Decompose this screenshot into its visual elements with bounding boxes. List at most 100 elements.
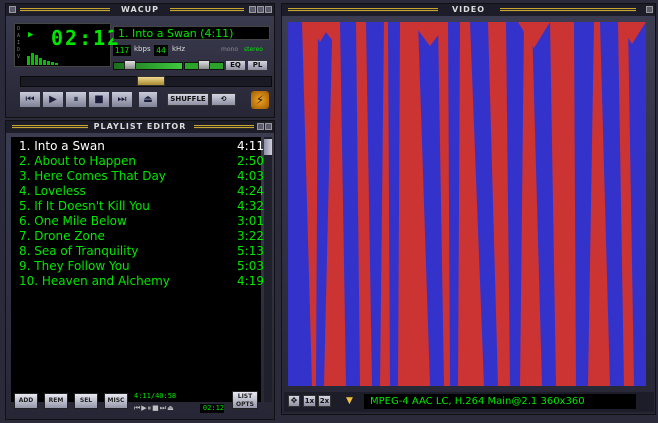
minimize-icon[interactable]	[249, 6, 256, 13]
video-title: VIDEO	[445, 5, 492, 14]
playlist-item[interactable]: 6. One Mile Below 3:01	[19, 214, 264, 229]
track-duration: 4:11	[237, 139, 264, 153]
time-text[interactable]: 02:12	[51, 26, 121, 50]
sel-label: SEL	[79, 397, 93, 404]
playlist-item[interactable]: 3. Here Comes That Day 4:03	[19, 169, 264, 184]
video-window: VIDEO ✥ 1x 2x ▼ MPEG-4 AAC LC, H.264 Mai…	[281, 3, 656, 415]
track-title: 5. If It Doesn't Kill You	[19, 199, 150, 213]
zoom-1x-button[interactable]: 1x	[303, 395, 316, 407]
zoom-2x-label: 2x	[319, 397, 330, 405]
shuffle-label: SHUFFLE	[170, 95, 206, 103]
video-controls-bar: ✥ 1x 2x ▼ MPEG-4 AAC LC, H.264 Main@2.1 …	[284, 392, 654, 412]
playlist-item[interactable]: 1. Into a Swan 4:11	[19, 139, 264, 154]
mini-transport[interactable]: ⏮▶⏸■⏭⏏	[134, 404, 194, 413]
titlebar-stripes	[12, 125, 90, 129]
playlist-item[interactable]: 5. If It Doesn't Kill You 4:32	[19, 199, 264, 214]
next-button[interactable]: ⏭	[111, 91, 133, 108]
close-icon[interactable]	[646, 6, 653, 13]
playlist-title: PLAYLIST EDITOR	[87, 122, 193, 131]
track-duration: 4:19	[237, 274, 264, 288]
zoom-2x-button[interactable]: 2x	[318, 395, 331, 407]
repeat-icon: ⟲	[220, 95, 227, 103]
main-titlebar[interactable]: WACUP	[6, 4, 274, 16]
playlist-toggle-button[interactable]: PL	[247, 60, 268, 71]
track-duration: 4:32	[237, 199, 264, 213]
pause-button[interactable]: ⏸	[65, 91, 87, 108]
video-frame[interactable]	[288, 22, 646, 386]
khz-label: kHz	[172, 45, 185, 53]
repeat-button[interactable]: ⟲	[211, 93, 236, 106]
stop-button[interactable]: ■	[88, 91, 110, 108]
close-icon[interactable]	[265, 123, 272, 130]
track-title: 7. Drone Zone	[19, 229, 105, 243]
dropdown-arrow-icon[interactable]: ▼	[346, 396, 353, 406]
track-title: 1. Into a Swan	[19, 139, 105, 153]
shuffle-button[interactable]: SHUFFLE	[167, 93, 209, 106]
fullscreen-button[interactable]: ✥	[288, 395, 300, 407]
playlist-item[interactable]: 7. Drone Zone 3:22	[19, 229, 264, 244]
track-title: 4. Loveless	[19, 184, 86, 198]
main-window-title: WACUP	[115, 5, 165, 14]
previous-button[interactable]: ⏮	[19, 91, 41, 108]
main-window: WACUP OAIDV ▶ 02:12 1. Into a Swan (4:11…	[5, 3, 275, 118]
total-time-display: 4:11/40:58	[132, 391, 226, 401]
eject-button[interactable]: ⏏	[138, 91, 158, 108]
seek-bar[interactable]	[20, 76, 272, 87]
playlist-item[interactable]: 2. About to Happen 2:50	[19, 154, 264, 169]
playlist-titlebar[interactable]: PLAYLIST EDITOR	[6, 121, 274, 133]
scrollbar-thumb[interactable]	[264, 139, 272, 155]
stereo-indicator: stereo	[244, 46, 263, 53]
volume-slider[interactable]	[113, 60, 183, 70]
misc-label: MISC	[107, 397, 125, 404]
select-button[interactable]: SEL	[74, 393, 98, 409]
track-title: 8. Sea of Tranquility	[19, 244, 139, 258]
video-image	[288, 22, 646, 386]
list-options-button[interactable]: LIST OPTS	[232, 391, 258, 409]
misc-button[interactable]: MISC	[104, 393, 128, 409]
wacup-logo-icon[interactable]: ⚡	[251, 91, 269, 109]
shade-icon[interactable]	[257, 123, 264, 130]
track-title: 3. Here Comes That Day	[19, 169, 166, 183]
list-opts-label: LIST OPTS	[236, 393, 254, 408]
play-button[interactable]: ▶	[42, 91, 64, 108]
playlist-item[interactable]: 4. Loveless 4:24	[19, 184, 264, 199]
seek-thumb[interactable]	[137, 76, 165, 86]
mini-time-text: 02:12	[202, 404, 224, 412]
video-titlebar[interactable]: VIDEO	[282, 4, 655, 16]
khz-display: 44	[154, 45, 168, 56]
song-title-display[interactable]: 1. Into a Swan (4:11)	[113, 26, 270, 40]
spectrum-visualizer[interactable]	[27, 50, 105, 65]
track-title: 2. About to Happen	[19, 154, 137, 168]
kbps-display: 117	[113, 45, 131, 56]
clutterbar[interactable]: OAIDV	[17, 26, 23, 62]
zoom-1x-label: 1x	[304, 397, 315, 405]
remove-button[interactable]: REM	[44, 393, 68, 409]
track-title: 6. One Mile Below	[19, 214, 127, 228]
menu-icon[interactable]	[9, 6, 16, 13]
fullscreen-icon: ✥	[290, 396, 298, 405]
titlebar-stripes	[194, 125, 254, 129]
mono-indicator: mono	[221, 46, 238, 53]
mini-time-display: 02:12	[200, 404, 224, 413]
playlist-item[interactable]: 9. They Follow You 5:03	[19, 259, 264, 274]
titlebar-stripes	[500, 8, 636, 12]
volume-thumb[interactable]	[124, 60, 136, 70]
track-title: 9. They Follow You	[19, 259, 130, 273]
titlebar-stripes	[20, 8, 110, 12]
balance-thumb[interactable]	[198, 60, 210, 70]
close-icon[interactable]	[265, 6, 272, 13]
eq-label: EQ	[230, 61, 241, 69]
video-info-display: MPEG-4 AAC LC, H.264 Main@2.1 360x360	[364, 394, 636, 409]
eq-toggle-button[interactable]: EQ	[225, 60, 246, 71]
playlist-scrollbar[interactable]	[264, 137, 272, 402]
track-duration: 5:13	[237, 244, 264, 258]
track-duration: 3:01	[237, 214, 264, 228]
playlist-item[interactable]: 8. Sea of Tranquility 5:13	[19, 244, 264, 259]
track-title: 10. Heaven and Alchemy	[19, 274, 170, 288]
shade-icon[interactable]	[257, 6, 264, 13]
balance-slider[interactable]	[184, 60, 224, 70]
time-display[interactable]: OAIDV ▶ 02:12	[14, 23, 119, 67]
track-duration: 3:22	[237, 229, 264, 243]
playlist-item[interactable]: 10. Heaven and Alchemy 4:19	[19, 274, 264, 289]
add-button[interactable]: ADD	[14, 393, 38, 409]
